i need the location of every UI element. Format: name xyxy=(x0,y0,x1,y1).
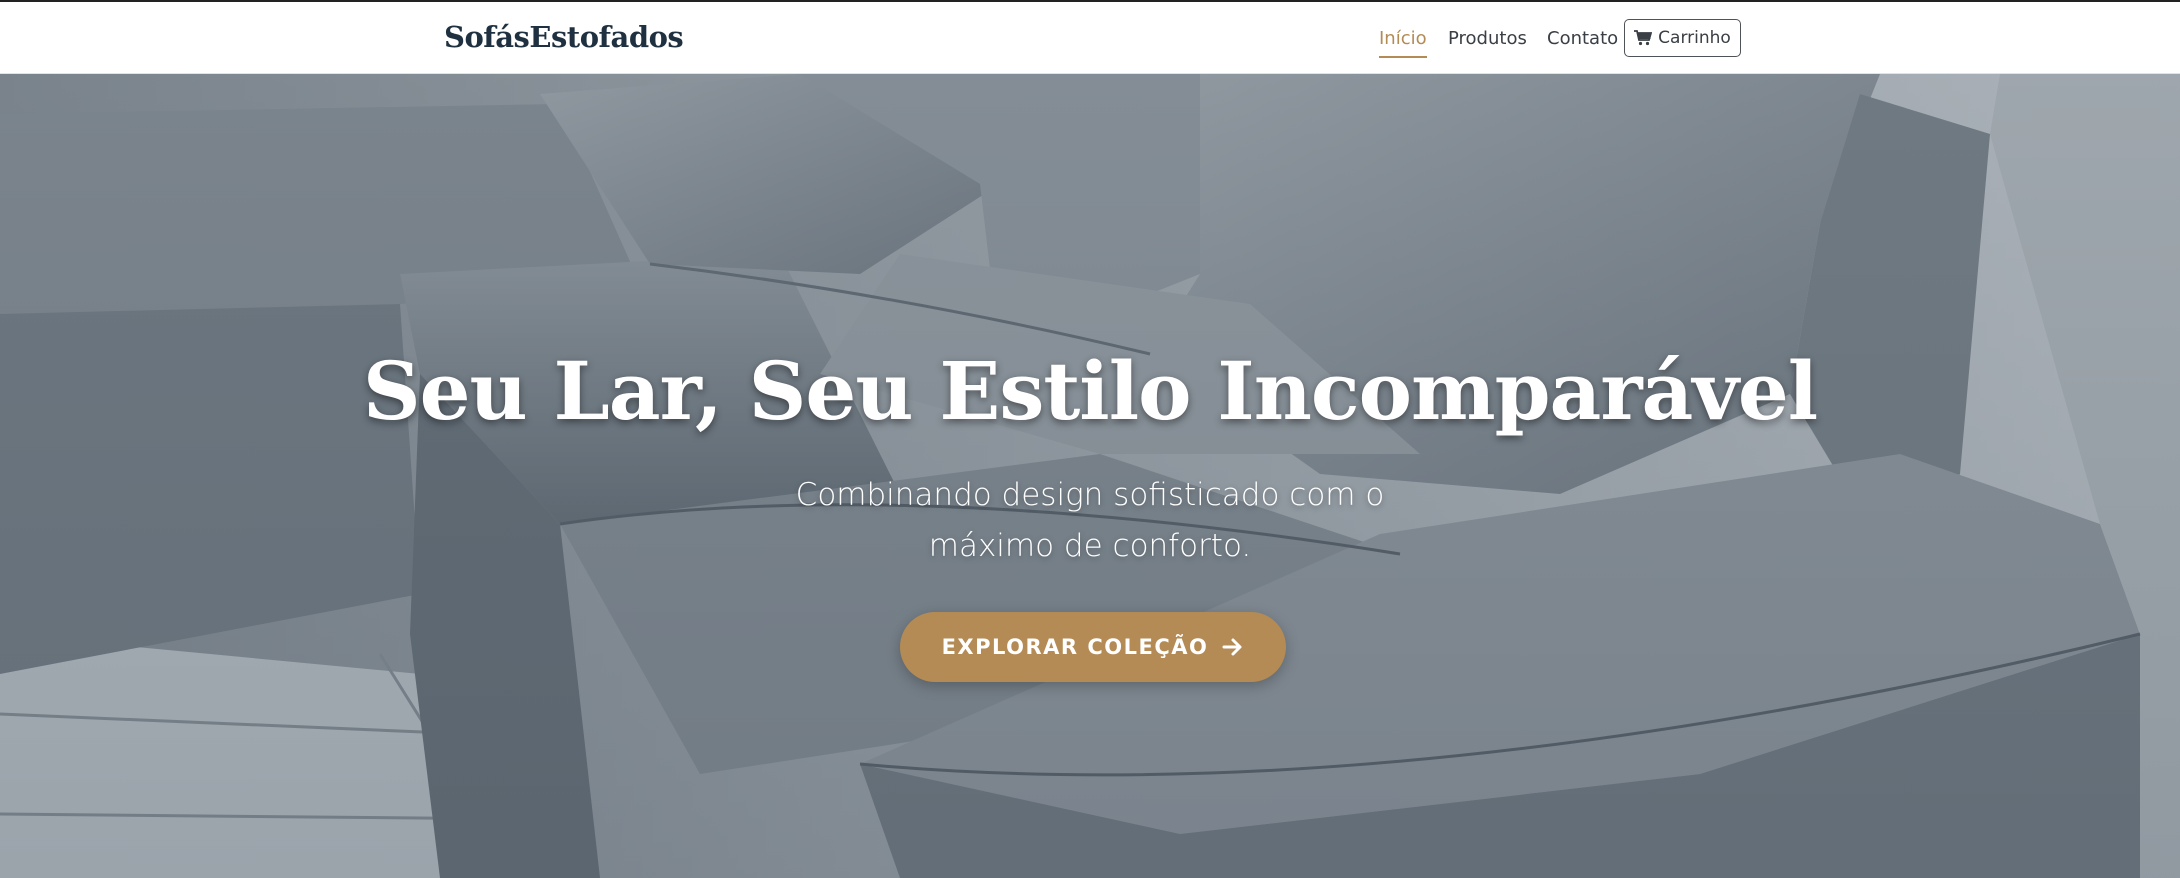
brand-logo[interactable]: SofásEstofados xyxy=(444,20,684,54)
hero-title: Seu Lar, Seu Estilo Incomparável xyxy=(362,344,1818,438)
top-navbar: SofásEstofados Início Produtos Contato C… xyxy=(0,0,2180,74)
cta-label: EXPLORAR COLEÇÃO xyxy=(941,635,1209,659)
cart-label: Carrinho xyxy=(1658,28,1731,48)
cart-button[interactable]: Carrinho xyxy=(1624,19,1741,57)
shopping-cart-icon xyxy=(1634,30,1653,46)
explore-collection-button[interactable]: EXPLORAR COLEÇÃO xyxy=(900,612,1286,682)
hero-subtitle: Combinando design sofisticado com o máxi… xyxy=(795,477,1385,564)
nav-link-produtos[interactable]: Produtos xyxy=(1448,28,1527,49)
nav-link-contato[interactable]: Contato xyxy=(1547,28,1618,49)
nav-link-inicio[interactable]: Início xyxy=(1379,28,1427,58)
arrow-right-icon xyxy=(1222,638,1242,656)
hero-section: Seu Lar, Seu Estilo Incomparável Combina… xyxy=(0,74,2180,878)
